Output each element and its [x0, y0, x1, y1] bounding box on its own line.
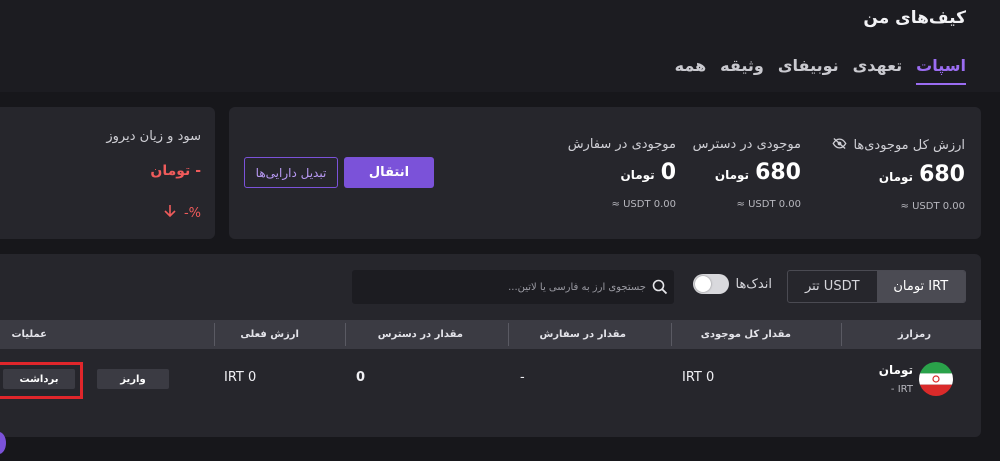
dust-toggle: اندک‌ها	[693, 274, 772, 294]
column-divider	[345, 323, 346, 346]
coin-symbol: IRT -	[890, 384, 913, 395]
assets-table-card: تومان IRT تتر USDT اندک‌ها رمزارز مقدار …	[0, 254, 981, 437]
cell-in-order: -	[520, 370, 525, 385]
tab-all[interactable]: همه	[675, 56, 707, 85]
total-balance-label: ارزش کل موجودی‌ها	[853, 138, 965, 153]
coin-name: تومان	[878, 363, 913, 377]
currency-toggle: تومان IRT تتر USDT	[787, 270, 966, 303]
wallet-tabs: اسپات تعهدی نوبیفای وثیقه همه	[675, 56, 966, 85]
transfer-button[interactable]: انتقال	[344, 157, 434, 188]
tab-nobifi[interactable]: نوبیفای	[778, 56, 839, 85]
in-order-balance-unit: تومان	[620, 168, 655, 182]
available-balance-unit: تومان	[714, 168, 750, 182]
currency-option-irt[interactable]: تومان IRT	[876, 271, 965, 302]
total-balance-usdt: ≈ USDT 0.00	[900, 201, 965, 212]
pnl-value: - تومان	[150, 163, 201, 179]
search-input[interactable]	[362, 281, 652, 293]
column-divider	[841, 323, 842, 346]
in-order-balance-label: موجودی در سفارش	[567, 137, 676, 152]
dust-switch[interactable]	[693, 274, 730, 294]
cell-total: IRT 0	[682, 370, 715, 385]
total-balance-value: 680	[919, 162, 965, 187]
column-divider	[671, 323, 672, 346]
column-divider	[508, 323, 509, 346]
col-total: مقدار کل موجودی	[700, 329, 791, 340]
page-title: کیف‌های من	[863, 8, 966, 28]
tab-margin[interactable]: تعهدی	[853, 56, 903, 85]
available-balance-usdt: ≈ USDT 0.00	[736, 199, 801, 210]
col-value: ارزش فعلی	[240, 329, 299, 340]
pnl-label: سود و زیان دیروز	[106, 129, 201, 144]
col-currency: رمزارز	[897, 329, 931, 340]
cell-available: 0	[356, 370, 366, 385]
col-actions: عملیات	[11, 329, 47, 340]
highlight-box	[0, 362, 83, 399]
col-available: مقدار در دسترس	[377, 329, 463, 340]
convert-assets-button[interactable]: تبدیل دارایی‌ها	[244, 157, 338, 188]
in-order-balance: موجودی در سفارش 0 تومان ≈ USDT 0.00	[568, 137, 676, 210]
search-box	[352, 270, 674, 304]
column-divider	[214, 323, 215, 346]
pnl-percent: -%	[183, 205, 201, 221]
cell-value: IRT 0	[224, 370, 257, 385]
deposit-button[interactable]: واریز	[97, 369, 169, 389]
in-order-balance-value: 0	[660, 160, 676, 185]
iran-flag-icon	[919, 362, 953, 396]
tab-collateral[interactable]: وثیقه	[720, 56, 764, 85]
balance-summary-card: ارزش کل موجودی‌ها 680 تومان ≈ USDT 0.00 …	[229, 107, 981, 239]
pnl-percent-row: -%	[164, 204, 201, 222]
total-balance-unit: تومان	[878, 170, 914, 184]
search-icon	[652, 279, 668, 295]
col-in-order: مقدار در سفارش	[539, 329, 626, 340]
dust-label: اندک‌ها	[735, 276, 772, 292]
available-balance: موجودی در دسترس 680 تومان ≈ USDT 0.00	[693, 137, 801, 210]
switch-knob	[695, 276, 712, 292]
available-balance-value: 680	[755, 160, 801, 185]
pnl-card: سود و زیان دیروز - تومان -%	[0, 107, 215, 239]
tab-spot[interactable]: اسپات	[916, 56, 966, 85]
in-order-balance-usdt: ≈ USDT 0.00	[611, 199, 676, 210]
table-header: رمزارز مقدار کل موجودی مقدار در سفارش مق…	[0, 320, 981, 349]
available-balance-label: موجودی در دسترس	[692, 137, 801, 152]
total-balance: ارزش کل موجودی‌ها 680 تومان ≈ USDT 0.00	[832, 137, 965, 212]
arrow-down-icon	[164, 204, 176, 222]
currency-option-usdt[interactable]: تتر USDT	[788, 271, 877, 302]
eye-off-icon[interactable]	[832, 137, 847, 154]
